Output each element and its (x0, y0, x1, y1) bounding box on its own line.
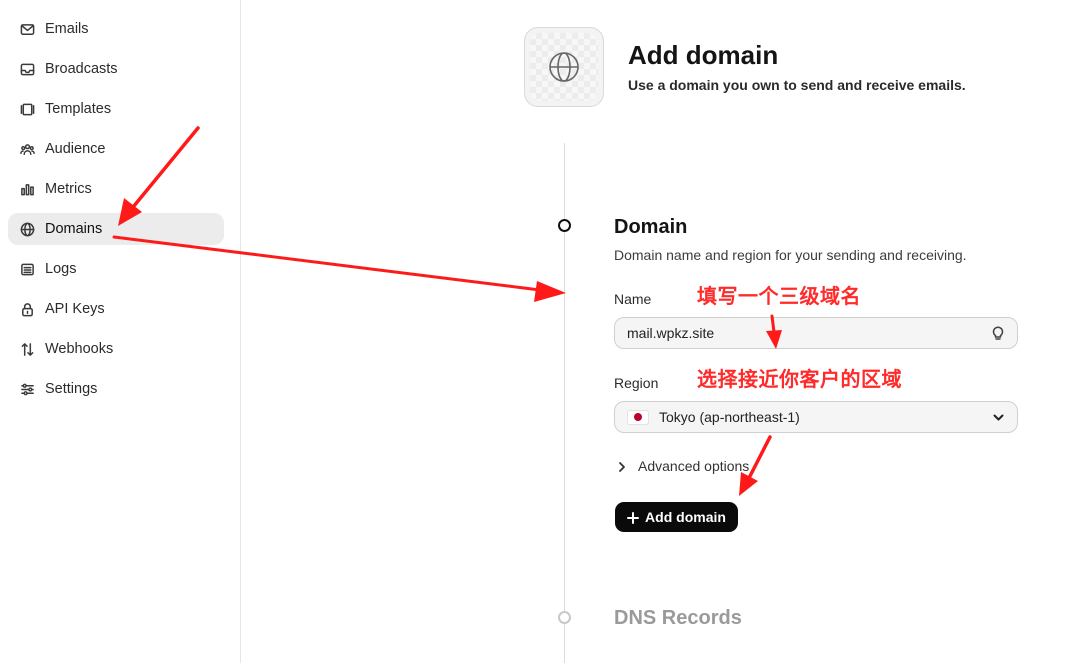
section-description: Domain name and region for your sending … (614, 247, 967, 263)
domain-tile-background (530, 33, 598, 101)
sidebar-item-label: API Keys (45, 301, 105, 317)
sidebar-item-label: Metrics (45, 181, 92, 197)
bar-chart-icon (19, 181, 35, 197)
region-select[interactable]: Tokyo (ap-northeast-1) (614, 401, 1018, 433)
list-icon (19, 261, 35, 277)
chevron-right-icon (616, 460, 628, 472)
page-subtitle: Use a domain you own to send and receive… (628, 77, 966, 93)
sliders-icon (19, 381, 35, 397)
japan-flag-icon (627, 409, 649, 425)
plus-icon (627, 511, 640, 524)
step-indicator-active (558, 219, 571, 232)
inbox-icon (19, 61, 35, 77)
region-label: Region (614, 375, 659, 391)
sidebar-item-label: Webhooks (45, 341, 114, 357)
globe-icon (19, 221, 35, 237)
lock-icon (19, 301, 35, 317)
sidebar-item-settings[interactable]: Settings (8, 373, 224, 405)
advanced-options-label: Advanced options (638, 458, 750, 474)
sidebar-item-api-keys[interactable]: API Keys (8, 293, 224, 325)
sidebar-item-emails[interactable]: Emails (8, 13, 224, 45)
lightbulb-icon[interactable] (990, 325, 1006, 341)
add-domain-button[interactable]: Add domain (615, 502, 738, 532)
mail-icon (19, 21, 35, 37)
sidebar-item-label: Emails (45, 21, 89, 37)
sidebar-item-label: Settings (45, 381, 98, 397)
templates-icon (19, 101, 35, 117)
sidebar-item-webhooks[interactable]: Webhooks (8, 333, 224, 365)
users-icon (19, 141, 35, 157)
arrows-updown-icon (19, 341, 35, 357)
name-label: Name (614, 291, 652, 307)
advanced-options-toggle[interactable]: Advanced options (616, 458, 749, 474)
globe-icon (549, 52, 579, 82)
sidebar-item-label: Logs (45, 261, 77, 277)
sidebar-item-templates[interactable]: Templates (8, 93, 224, 125)
sidebar-item-label: Broadcasts (45, 61, 118, 77)
add-domain-label: Add domain (645, 509, 726, 525)
section-title-domain: Domain (614, 216, 688, 238)
sidebar-item-metrics[interactable]: Metrics (8, 173, 224, 205)
step-indicator-pending (558, 611, 571, 624)
sidebar-item-label: Audience (45, 141, 106, 157)
domain-name-input[interactable]: mail.wpkz.site (614, 317, 1018, 349)
sidebar-item-logs[interactable]: Logs (8, 253, 224, 285)
chevron-down-icon (992, 411, 1005, 424)
sidebar: Emails Broadcasts Templates Audience Met… (0, 0, 241, 663)
sidebar-item-broadcasts[interactable]: Broadcasts (8, 53, 224, 85)
section-title-dns-records: DNS Records (614, 607, 742, 629)
domain-name-value: mail.wpkz.site (627, 325, 715, 341)
region-value: Tokyo (ap-northeast-1) (659, 409, 800, 425)
page-title: Add domain (628, 40, 779, 70)
sidebar-item-domains[interactable]: Domains (8, 213, 224, 245)
annotation-name-note: 填写一个三级域名 (697, 284, 861, 308)
sidebar-item-label: Domains (45, 221, 103, 237)
annotation-region-note: 选择接近你客户的区域 (697, 367, 902, 391)
sidebar-item-label: Templates (45, 101, 112, 117)
domain-tile (524, 27, 604, 107)
sidebar-item-audience[interactable]: Audience (8, 133, 224, 165)
